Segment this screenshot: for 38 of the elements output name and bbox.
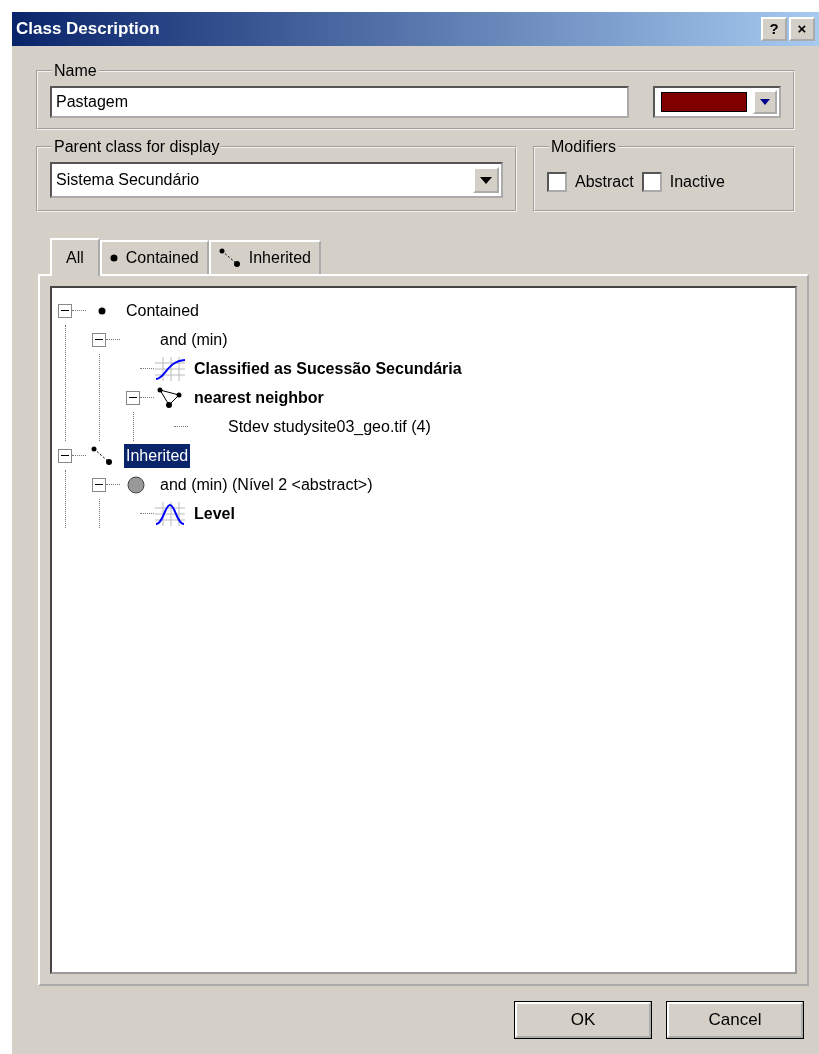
close-button[interactable]: × xyxy=(789,17,815,41)
checkbox[interactable] xyxy=(547,172,567,192)
cancel-button[interactable]: Cancel xyxy=(667,1002,803,1038)
tree-item[interactable]: Classified as Sucessão Secundária xyxy=(192,356,464,381)
parent-class-dropdown[interactable]: Sistema Secundário xyxy=(50,162,503,198)
tree-item[interactable]: nearest neighbor xyxy=(192,385,326,410)
circle-icon xyxy=(127,475,145,494)
tree-item[interactable]: Inherited xyxy=(124,443,191,468)
bell-curve-chart-icon xyxy=(155,501,185,526)
tab[interactable]: Inherited xyxy=(208,240,321,274)
group-label: Parent class for display xyxy=(52,137,222,157)
tree-item[interactable]: Stdev studysite03_geo.tif (4) xyxy=(226,414,433,439)
window-title: Class Description xyxy=(16,18,161,41)
checkbox[interactable] xyxy=(641,172,662,192)
connector-icon xyxy=(91,445,113,466)
tab[interactable]: All xyxy=(50,238,100,276)
dropdown-value: Sistema Secundário xyxy=(56,170,200,190)
node-graph-icon xyxy=(157,386,183,409)
help-button[interactable]: ? xyxy=(761,17,787,41)
dot-icon xyxy=(109,254,118,262)
ok-button[interactable]: OK xyxy=(515,1002,651,1038)
tree-item[interactable]: Level xyxy=(192,501,237,526)
tree-item[interactable]: Contained xyxy=(124,298,201,323)
collapse-toggle[interactable] xyxy=(92,477,106,492)
checkbox-label: Inactive xyxy=(669,172,725,192)
tree-item[interactable]: and (min) xyxy=(158,327,230,352)
collapse-toggle[interactable] xyxy=(126,390,140,405)
color-picker[interactable] xyxy=(653,86,781,118)
connector-icon xyxy=(218,248,241,268)
dot-icon xyxy=(98,306,106,315)
tab[interactable]: Contained xyxy=(99,240,209,274)
curve-chart-icon xyxy=(155,356,185,381)
checkbox-label: Abstract xyxy=(575,172,634,192)
collapse-toggle[interactable] xyxy=(58,303,72,318)
tree-item[interactable]: and (min) (Nível 2 <abstract>) xyxy=(158,472,375,497)
collapse-toggle[interactable] xyxy=(58,448,72,463)
name-field[interactable]: Pastagem xyxy=(50,86,629,118)
collapse-toggle[interactable] xyxy=(92,332,106,347)
